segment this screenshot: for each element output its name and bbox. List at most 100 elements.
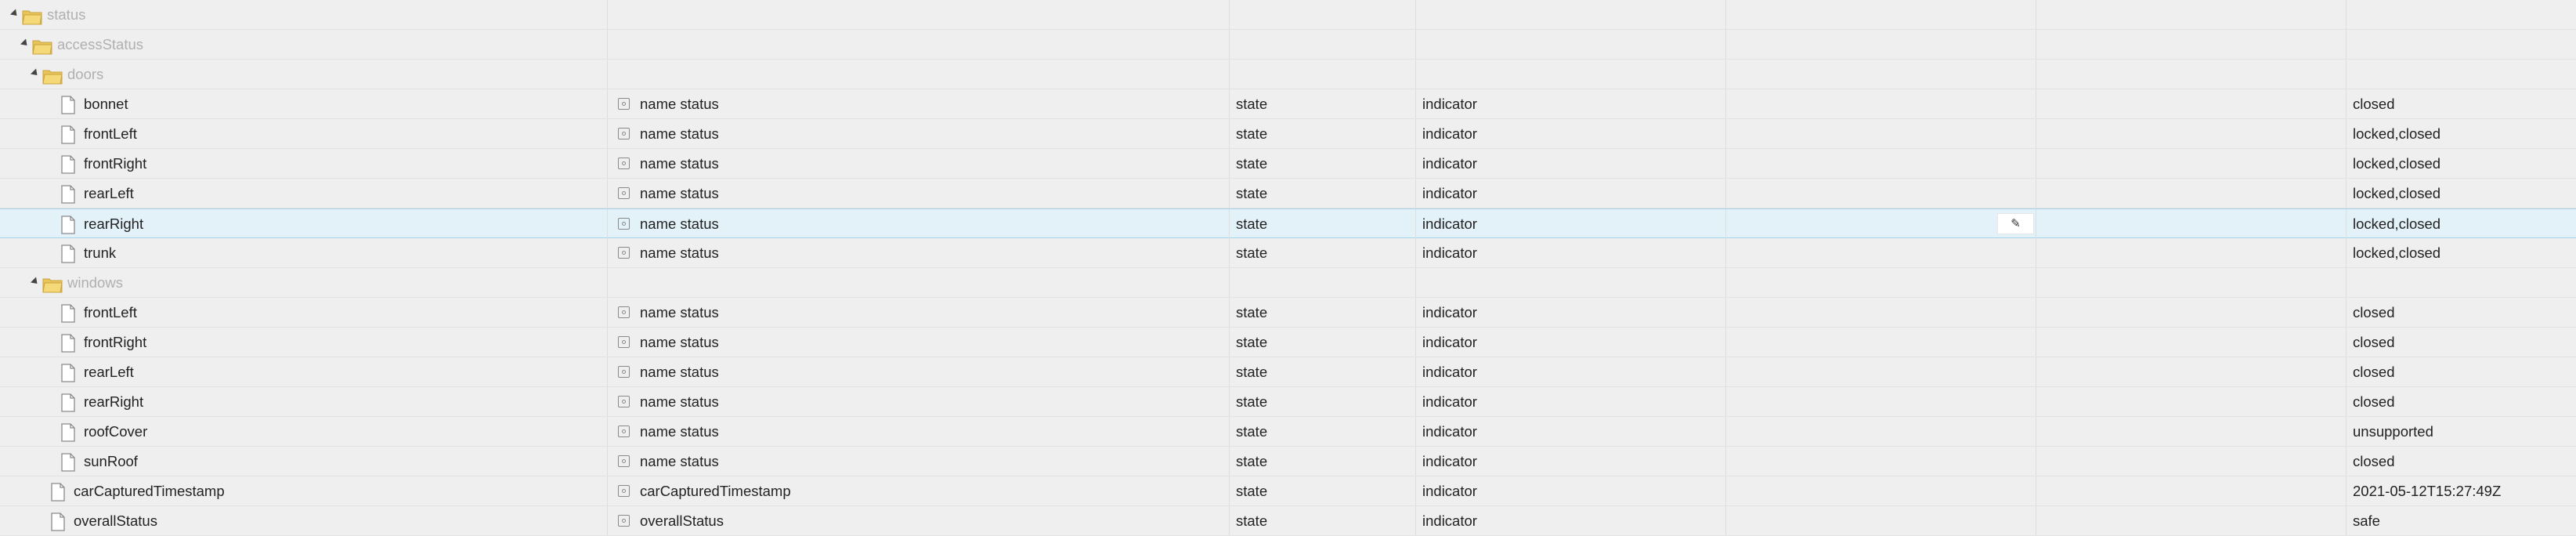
- name-cell: overallStatus: [0, 506, 608, 535]
- name-cell: trunk: [0, 238, 608, 267]
- object-row[interactable]: frontLeft name status state indicator closed: [0, 298, 2576, 328]
- empty-cell: [1726, 0, 2036, 29]
- file-icon: [60, 393, 76, 412]
- property-cell: [608, 60, 1230, 89]
- role-cell: state: [1230, 298, 1416, 327]
- empty-cell: [2036, 119, 2347, 148]
- object-row[interactable]: frontRight name status state indicator locke…: [0, 149, 2576, 179]
- value-text: closed: [2353, 364, 2395, 380]
- object-name: overallStatus: [74, 512, 157, 529]
- type-cell: indicator: [1416, 179, 1726, 208]
- expand-toggle-icon[interactable]: [30, 68, 41, 78]
- object-row[interactable]: sunRoof name status state indicator closed: [0, 447, 2576, 476]
- file-icon: [60, 95, 76, 114]
- property-cell: overallStatus: [608, 506, 1230, 535]
- value-cell: locked,closed: [2347, 179, 2576, 208]
- role-text: state: [1236, 215, 1268, 232]
- property-cell: name status: [608, 417, 1230, 446]
- expand-toggle-icon[interactable]: [30, 277, 41, 287]
- object-tree-grid: status accessStatus doors bonnet name status…: [0, 0, 2576, 536]
- type-text: indicator: [1422, 453, 1477, 469]
- name-cell: rearRight: [0, 387, 608, 416]
- folder-row[interactable]: accessStatus: [0, 30, 2576, 60]
- property-name: name status: [640, 244, 719, 261]
- value-text: locked,closed: [2353, 155, 2441, 172]
- folder-row[interactable]: status: [0, 0, 2576, 30]
- type-cell: indicator: [1416, 506, 1726, 535]
- value-cell: safe: [2347, 506, 2576, 535]
- folder-row[interactable]: windows: [0, 268, 2576, 298]
- object-row[interactable]: overallStatus overallStatus state indicator…: [0, 506, 2576, 536]
- empty-cell: [1726, 447, 2036, 476]
- expand-toggle-icon[interactable]: [20, 38, 31, 49]
- empty-cell: [2036, 476, 2347, 505]
- object-row[interactable]: frontLeft name status state indicator locked…: [0, 119, 2576, 149]
- folder-row[interactable]: doors: [0, 60, 2576, 89]
- property-icon: [618, 98, 630, 110]
- empty-cell: [1726, 357, 2036, 386]
- file-icon: [60, 215, 76, 234]
- role-text: state: [1236, 512, 1268, 529]
- object-name: trunk: [84, 244, 117, 261]
- name-cell: rearRight: [0, 209, 608, 238]
- value-cell: [2347, 268, 2576, 297]
- object-row[interactable]: carCapturedTimestamp carCapturedTimestamp…: [0, 476, 2576, 506]
- object-name: frontRight: [84, 334, 147, 350]
- role-text: state: [1236, 244, 1268, 261]
- role-cell: state: [1230, 89, 1416, 118]
- name-cell: accessStatus: [0, 30, 608, 59]
- property-icon: [618, 218, 630, 230]
- name-cell: bonnet: [0, 89, 608, 118]
- value-cell: closed: [2347, 328, 2576, 357]
- object-row[interactable]: rearLeft name status state indicator locked,…: [0, 179, 2576, 208]
- object-row[interactable]: roofCover name status state indicator unsupp…: [0, 417, 2576, 447]
- property-name: name status: [640, 185, 719, 201]
- empty-cell: [2036, 149, 2347, 178]
- property-name: name status: [640, 334, 719, 350]
- name-cell: status: [0, 0, 608, 29]
- object-row[interactable]: bonnet name status state indicator closed: [0, 89, 2576, 119]
- type-text: indicator: [1422, 304, 1477, 321]
- object-row[interactable]: rearRight name status state indicator locked…: [0, 208, 2576, 238]
- type-cell: [1416, 268, 1726, 297]
- empty-cell: [1726, 268, 2036, 297]
- property-icon: [618, 306, 630, 318]
- type-cell: indicator: [1416, 357, 1726, 386]
- empty-cell: [2036, 209, 2347, 238]
- role-cell: state: [1230, 328, 1416, 357]
- file-icon: [60, 363, 76, 382]
- name-cell: doors: [0, 60, 608, 89]
- object-row[interactable]: trunk name status state indicator locked,clo…: [0, 238, 2576, 268]
- file-icon: [60, 184, 76, 204]
- property-icon: [618, 366, 630, 378]
- type-text: indicator: [1422, 483, 1477, 499]
- object-row[interactable]: rearRight name status state indicator closed: [0, 387, 2576, 417]
- property-name: name status: [640, 364, 719, 380]
- empty-cell: [2036, 0, 2347, 29]
- role-cell: state: [1230, 476, 1416, 505]
- object-name: frontRight: [84, 155, 147, 172]
- edit-button[interactable]: ✎: [1997, 213, 2034, 234]
- role-cell: state: [1230, 506, 1416, 535]
- type-text: indicator: [1422, 215, 1477, 232]
- value-cell: [2347, 60, 2576, 89]
- role-cell: [1230, 60, 1416, 89]
- expand-toggle-icon[interactable]: [9, 9, 20, 19]
- value-text: closed: [2353, 393, 2395, 410]
- object-row[interactable]: frontRight name status state indicator close…: [0, 328, 2576, 357]
- value-text: safe: [2353, 512, 2380, 529]
- type-text: indicator: [1422, 125, 1477, 142]
- empty-cell: [1726, 476, 2036, 505]
- object-row[interactable]: rearLeft name status state indicator closed: [0, 357, 2576, 387]
- property-name: carCapturedTimestamp: [640, 483, 791, 499]
- name-cell: rearLeft: [0, 179, 608, 208]
- object-name: rearRight: [84, 215, 144, 232]
- value-cell: unsupported: [2347, 417, 2576, 446]
- role-text: state: [1236, 155, 1268, 172]
- property-icon: [618, 336, 630, 348]
- file-icon: [50, 512, 66, 531]
- role-cell: state: [1230, 447, 1416, 476]
- role-cell: state: [1230, 209, 1416, 238]
- object-name: frontLeft: [84, 125, 137, 142]
- role-cell: [1230, 0, 1416, 29]
